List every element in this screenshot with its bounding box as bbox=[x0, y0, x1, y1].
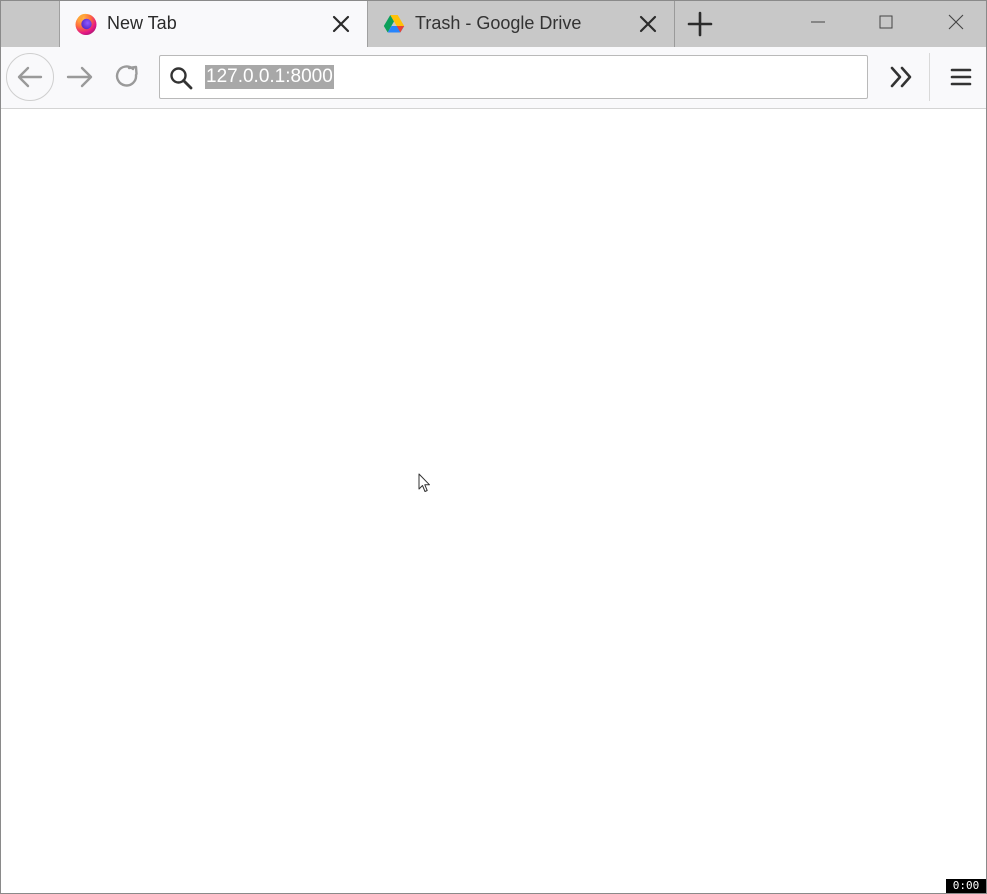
navigation-toolbar: 127.0.0.1:8000 bbox=[1, 47, 986, 109]
page-content bbox=[1, 109, 986, 893]
firefox-icon bbox=[75, 13, 97, 35]
url-text[interactable]: 127.0.0.1:8000 bbox=[205, 65, 334, 89]
tab-title: New Tab bbox=[107, 13, 177, 33]
tab-trash-google-drive[interactable]: Trash - Google Drive bbox=[368, 1, 675, 47]
search-icon bbox=[170, 67, 193, 90]
toolbar-separator bbox=[929, 53, 930, 101]
arrow-left-icon bbox=[17, 66, 43, 88]
google-drive-icon bbox=[383, 15, 405, 33]
forward-button[interactable] bbox=[55, 53, 103, 101]
tab-strip: New Tab Trash - Google Drive bbox=[1, 1, 987, 48]
arrow-right-icon bbox=[66, 66, 93, 88]
tab-new-tab[interactable]: New Tab bbox=[59, 1, 368, 48]
address-bar[interactable]: 127.0.0.1:8000 bbox=[159, 55, 868, 99]
tab-title: Trash - Google Drive bbox=[415, 13, 582, 33]
close-tab-icon[interactable] bbox=[331, 14, 351, 34]
hamburger-menu-icon[interactable] bbox=[943, 59, 979, 95]
maximize-icon[interactable] bbox=[852, 1, 920, 45]
reload-button[interactable] bbox=[103, 53, 151, 101]
chevron-double-right-icon[interactable] bbox=[881, 59, 921, 95]
window-close-icon[interactable] bbox=[920, 1, 987, 45]
close-tab-icon[interactable] bbox=[638, 14, 658, 34]
plus-icon[interactable] bbox=[685, 9, 715, 39]
reload-icon bbox=[115, 65, 138, 87]
mouse-cursor-icon bbox=[418, 473, 430, 492]
back-button[interactable] bbox=[6, 53, 54, 101]
browser-window: New Tab Trash - Google Drive 127.0.0.1:8… bbox=[0, 0, 987, 894]
recording-timer: 0:00 bbox=[946, 879, 986, 893]
minimize-icon[interactable] bbox=[784, 1, 852, 45]
